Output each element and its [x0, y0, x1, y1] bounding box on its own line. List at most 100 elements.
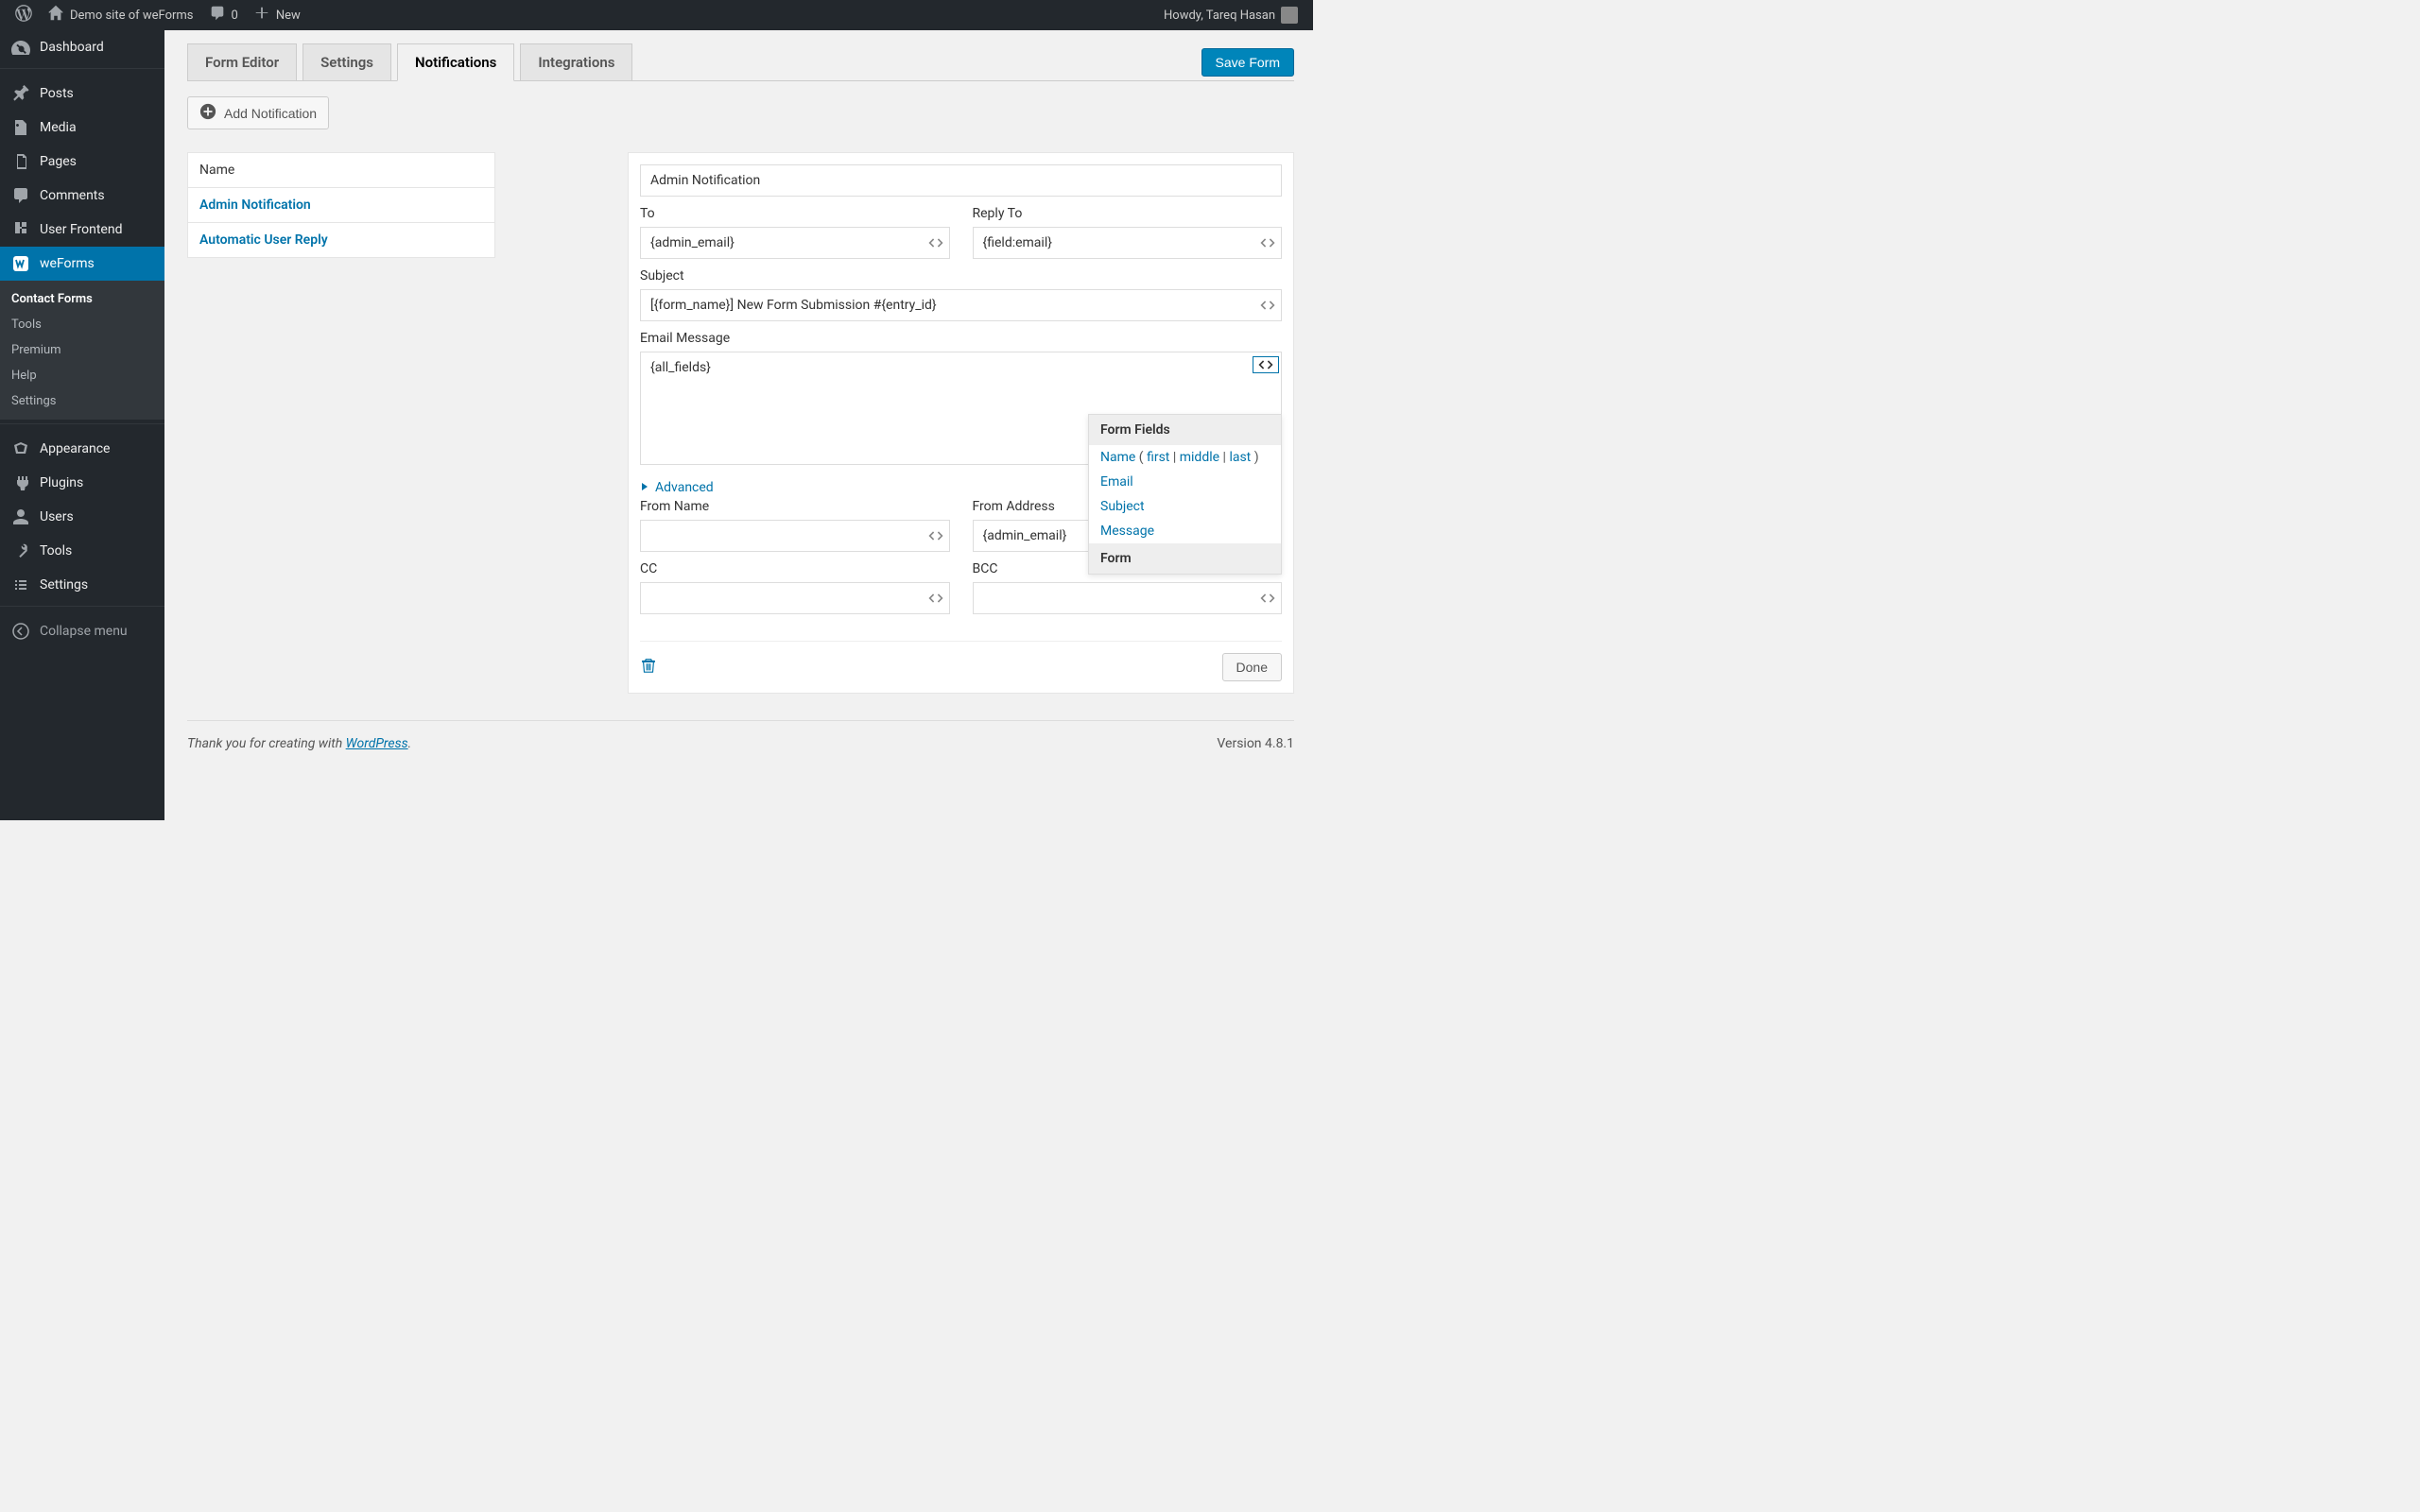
popup-field-email[interactable]: Email: [1089, 470, 1281, 494]
submenu-item-tools[interactable]: Tools: [0, 312, 164, 337]
weforms-icon: [11, 254, 30, 273]
notification-title-input[interactable]: [641, 165, 1281, 196]
popup-field-name[interactable]: Name ( first | middle | last ): [1089, 445, 1281, 470]
plus-icon: [253, 5, 270, 26]
notification-list-row[interactable]: Admin Notification: [188, 188, 494, 223]
wp-logo[interactable]: [8, 0, 40, 30]
form-fields-popup: Form Fields Name ( first | middle | last…: [1088, 414, 1282, 575]
sidebar-item-collapse[interactable]: Collapse menu: [0, 614, 164, 648]
sidebar-item-label: Users: [40, 509, 74, 524]
pin-icon: [11, 84, 30, 103]
reply-to-label: Reply To: [973, 206, 1283, 221]
site-link[interactable]: Demo site of weForms: [40, 0, 201, 30]
sidebar-item-comments[interactable]: Comments: [0, 179, 164, 213]
code-toggle-icon[interactable]: [1254, 298, 1281, 313]
advanced-toggle[interactable]: Advanced: [640, 480, 714, 495]
media-icon: [11, 118, 30, 137]
sidebar-item-users[interactable]: Users: [0, 500, 164, 534]
appearance-icon: [11, 439, 30, 458]
submenu-item-contact-forms[interactable]: Contact Forms: [0, 286, 164, 312]
submenu-item-premium[interactable]: Premium: [0, 337, 164, 363]
popup-field-message[interactable]: Message: [1089, 519, 1281, 543]
code-toggle-icon[interactable]: [923, 235, 949, 250]
wordpress-icon: [15, 5, 32, 26]
save-form-button[interactable]: Save Form: [1201, 48, 1294, 77]
advanced-label: Advanced: [655, 480, 714, 495]
site-title-text: Demo site of weForms: [70, 9, 194, 23]
sidebar-item-weforms[interactable]: weForms: [0, 247, 164, 281]
settings-icon: [11, 576, 30, 594]
sidebar-item-appearance[interactable]: Appearance: [0, 432, 164, 466]
sidebar-item-label: weForms: [40, 256, 95, 271]
new-content-link[interactable]: New: [246, 0, 308, 30]
popup-section-form-fields: Form Fields: [1089, 415, 1281, 445]
footer-thank-text: Thank you for creating with: [187, 736, 346, 751]
user-account-link[interactable]: Howdy, Tareq Hasan: [1156, 0, 1305, 30]
sidebar-item-posts[interactable]: Posts: [0, 77, 164, 111]
sidebar-item-label: Pages: [40, 154, 77, 169]
from-name-input[interactable]: [641, 521, 923, 551]
tab-form-editor[interactable]: Form Editor: [187, 43, 297, 80]
admin-menu: Dashboard Posts Media Pages Comments Use…: [0, 30, 164, 820]
sidebar-item-label: Comments: [40, 188, 105, 203]
sidebar-item-settings[interactable]: Settings: [0, 568, 164, 602]
avatar: [1281, 7, 1298, 24]
howdy-text: Howdy, Tareq Hasan: [1164, 9, 1275, 23]
comments-count: 0: [232, 9, 238, 23]
subject-input[interactable]: [641, 290, 1254, 320]
sidebar-item-plugins[interactable]: Plugins: [0, 466, 164, 500]
content-area: Form Editor Settings Notifications Integ…: [164, 30, 1313, 820]
sidebar-item-tools[interactable]: Tools: [0, 534, 164, 568]
code-toggle-icon[interactable]: [923, 591, 949, 606]
notification-title-input-wrap: [640, 164, 1282, 197]
sidebar-item-dashboard[interactable]: Dashboard: [0, 30, 164, 64]
admin-bar: Demo site of weForms 0 New Howdy, Tareq …: [0, 0, 1313, 30]
comments-link[interactable]: 0: [201, 0, 246, 30]
submenu-item-settings[interactable]: Settings: [0, 388, 164, 414]
cc-input[interactable]: [641, 583, 923, 613]
message-label: Email Message: [640, 331, 1282, 346]
menu-separator: [0, 606, 164, 610]
weforms-submenu: Contact Forms Tools Premium Help Setting…: [0, 281, 164, 420]
menu-separator: [0, 423, 164, 428]
notification-list-header: Name: [188, 153, 494, 188]
wp-footer: Thank you for creating with WordPress. V…: [187, 720, 1294, 759]
tab-integrations[interactable]: Integrations: [520, 43, 632, 80]
code-toggle-icon[interactable]: [1254, 591, 1281, 606]
delete-notification-button[interactable]: [640, 657, 657, 678]
comment-icon: [209, 5, 226, 26]
notification-list-row[interactable]: Automatic User Reply: [188, 223, 494, 257]
bcc-input[interactable]: [974, 583, 1255, 613]
new-label: New: [276, 9, 301, 23]
code-toggle-icon[interactable]: [1254, 235, 1281, 250]
sidebar-item-label: Posts: [40, 86, 74, 101]
version-text: Version 4.8.1: [1217, 736, 1294, 751]
sidebar-item-media[interactable]: Media: [0, 111, 164, 145]
userfrontend-icon: [11, 220, 30, 239]
to-label: To: [640, 206, 950, 221]
tab-notifications[interactable]: Notifications: [397, 43, 514, 81]
code-toggle-icon[interactable]: [1253, 356, 1279, 373]
from-name-label: From Name: [640, 499, 950, 514]
code-toggle-icon[interactable]: [923, 528, 949, 543]
comment-icon: [11, 186, 30, 205]
sidebar-item-pages[interactable]: Pages: [0, 145, 164, 179]
tools-icon: [11, 541, 30, 560]
submenu-item-help[interactable]: Help: [0, 363, 164, 388]
dashboard-icon: [11, 38, 30, 57]
form-tabs: Form Editor Settings Notifications Integ…: [187, 43, 1294, 81]
add-notification-button[interactable]: Add Notification: [187, 96, 329, 129]
reply-to-input[interactable]: [974, 228, 1255, 258]
popup-field-subject[interactable]: Subject: [1089, 494, 1281, 519]
to-input[interactable]: [641, 228, 923, 258]
plus-circle-icon: [199, 103, 216, 123]
trash-icon: [640, 663, 657, 678]
plugin-icon: [11, 473, 30, 492]
notification-list: Name Admin Notification Automatic User R…: [187, 152, 495, 258]
menu-separator: [0, 68, 164, 73]
sidebar-item-label: Collapse menu: [40, 624, 128, 639]
wordpress-link[interactable]: WordPress: [346, 736, 408, 751]
done-button[interactable]: Done: [1222, 653, 1282, 681]
sidebar-item-userfrontend[interactable]: User Frontend: [0, 213, 164, 247]
tab-settings[interactable]: Settings: [302, 43, 391, 80]
